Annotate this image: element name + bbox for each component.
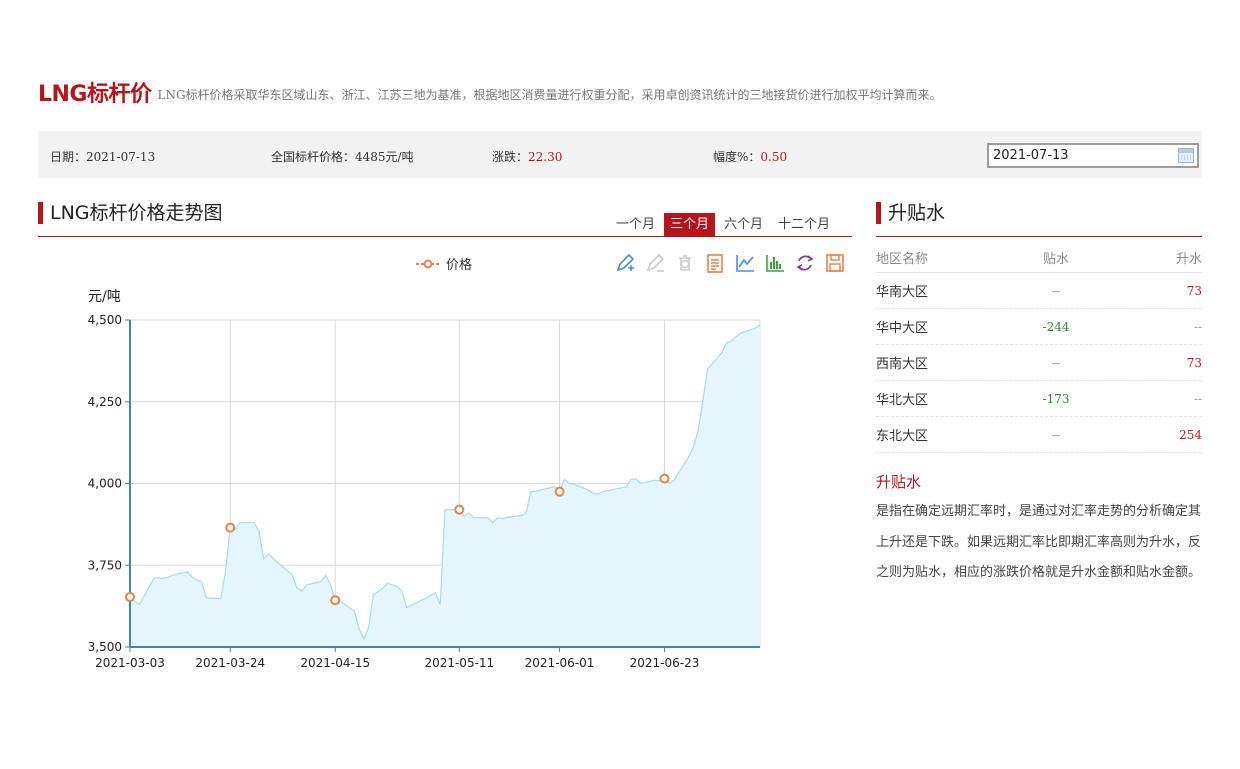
legend-marker-icon bbox=[416, 259, 440, 268]
clear-mark-icon[interactable] bbox=[674, 252, 696, 274]
page-title: LNG标杆价 bbox=[38, 82, 152, 107]
info-bar: 日期：2021-07-13 全国标杆价格：4485元/吨 涨跌：22.30 幅度… bbox=[38, 131, 1202, 178]
region-name: 华南大区 bbox=[876, 285, 929, 300]
y-tick-label: 4,000 bbox=[88, 477, 122, 491]
tab-six-months[interactable]: 六个月 bbox=[718, 213, 769, 236]
price-marker bbox=[554, 486, 565, 497]
price-marker bbox=[454, 504, 465, 515]
y-tick-label: 3,750 bbox=[88, 558, 122, 572]
price-trend-chart: 元/吨 3,500 3,750 4,000 4,250 4,500 2021-03-03 2… bbox=[88, 289, 761, 670]
header-premium: 升水 bbox=[1175, 252, 1202, 267]
bar-chart-icon[interactable] bbox=[764, 252, 786, 274]
region-name: 华北大区 bbox=[876, 393, 929, 408]
spread-table-header: 地区名称 贴水 升水 bbox=[876, 243, 1202, 273]
x-tick-label: 2021-06-23 bbox=[630, 656, 700, 670]
page-header: LNG标杆价 LNG标杆价格采取华东区域山东、浙江、江苏三地为基准，根据地区消费… bbox=[38, 76, 942, 108]
x-tick-label: 2021-06-01 bbox=[525, 656, 595, 670]
change-value: 22.30 bbox=[528, 150, 563, 164]
chart-toolbox bbox=[614, 252, 854, 274]
table-row: 华南大区 -- 73 bbox=[876, 273, 1202, 309]
save-image-icon[interactable] bbox=[824, 252, 846, 274]
change-label: 涨跌： bbox=[492, 150, 529, 164]
region-name: 西南大区 bbox=[876, 357, 929, 372]
discount-value: -- bbox=[1051, 427, 1061, 442]
premium-value: 254 bbox=[1179, 427, 1202, 442]
y-tick-label: 3,500 bbox=[88, 640, 122, 654]
x-tick-label: 2021-04-15 bbox=[300, 656, 370, 670]
discount-value: -244 bbox=[1042, 319, 1070, 334]
pct-label: 幅度%： bbox=[713, 150, 761, 164]
page-description: LNG标杆价格采取华东区域山东、浙江、江苏三地为基准，根据地区消费量进行权重分配… bbox=[157, 87, 942, 102]
header-region: 地区名称 bbox=[876, 252, 929, 267]
price-marker bbox=[225, 522, 236, 533]
spread-section-title: 升贴水 bbox=[876, 202, 945, 224]
date-input-value: 2021-07-13 bbox=[993, 148, 1069, 163]
tab-one-month[interactable]: 一个月 bbox=[610, 213, 661, 236]
header-discount: 贴水 bbox=[1042, 252, 1069, 267]
tab-twelve-months[interactable]: 十二个月 bbox=[772, 213, 836, 236]
date-picker-input[interactable]: 2021-07-13 bbox=[987, 143, 1199, 168]
legend-label: 价格 bbox=[446, 258, 473, 273]
price-value: 4485元/吨 bbox=[355, 150, 414, 164]
pct-info: 幅度%：0.50 bbox=[713, 148, 787, 165]
premium-value: 73 bbox=[1186, 283, 1202, 298]
chart-legend[interactable]: 价格 bbox=[416, 254, 472, 273]
region-name: 东北大区 bbox=[876, 429, 929, 444]
definition-title: 升贴水 bbox=[876, 473, 922, 491]
premium-value: 73 bbox=[1186, 355, 1202, 370]
y-axis-label: 元/吨 bbox=[88, 289, 121, 305]
date-label: 日期： bbox=[50, 150, 87, 164]
region-name: 华中大区 bbox=[876, 321, 929, 336]
date-info: 日期：2021-07-13 bbox=[50, 148, 155, 165]
pct-value: 0.50 bbox=[760, 150, 788, 164]
x-tick-label: 2021-03-03 bbox=[95, 656, 165, 670]
price-marker bbox=[659, 473, 670, 484]
erase-mark-icon[interactable] bbox=[644, 252, 666, 274]
table-row: 华北大区 -173 -- bbox=[876, 381, 1202, 417]
calendar-icon[interactable] bbox=[1178, 148, 1194, 163]
x-tick-label: 2021-03-24 bbox=[195, 656, 265, 670]
change-info: 涨跌：22.30 bbox=[492, 148, 562, 165]
definition-text: 是指在确定远期汇率时，是通过对汇率走势的分析确定其上升还是下跌。如果远期汇率比即… bbox=[876, 504, 1202, 580]
y-tick-label: 4,500 bbox=[88, 313, 122, 327]
range-tabs: 一个月 三个月 六个月 十二个月 bbox=[607, 213, 836, 236]
premium-value: -- bbox=[1193, 391, 1202, 406]
restore-icon[interactable] bbox=[794, 252, 816, 274]
price-info: 全国标杆价格：4485元/吨 bbox=[271, 148, 414, 165]
date-value: 2021-07-13 bbox=[86, 150, 156, 164]
y-tick-label: 4,250 bbox=[88, 395, 122, 409]
discount-value: -173 bbox=[1042, 391, 1070, 406]
trend-section-title: LNG标杆价格走势图 bbox=[38, 202, 223, 224]
line-chart-icon[interactable] bbox=[734, 252, 756, 274]
tab-three-months[interactable]: 三个月 bbox=[664, 213, 716, 236]
spread-table: 地区名称 贴水 升水 华南大区 -- 73 华中大区 -244 -- 西南大区 … bbox=[876, 243, 1202, 453]
trend-divider bbox=[38, 236, 852, 237]
data-view-icon[interactable] bbox=[704, 252, 726, 274]
spread-divider bbox=[876, 236, 1202, 237]
table-row: 华中大区 -244 -- bbox=[876, 309, 1202, 345]
price-label: 全国标杆价格： bbox=[271, 150, 356, 164]
discount-value: -- bbox=[1051, 283, 1061, 298]
price-marker bbox=[125, 591, 135, 602]
mark-pen-icon[interactable] bbox=[614, 252, 636, 274]
table-row: 西南大区 -- 73 bbox=[876, 345, 1202, 381]
price-marker bbox=[330, 595, 341, 606]
table-row: 东北大区 -- 254 bbox=[876, 417, 1202, 453]
discount-value: -- bbox=[1051, 355, 1061, 370]
x-tick-label: 2021-05-11 bbox=[424, 656, 494, 670]
price-area bbox=[130, 324, 760, 647]
premium-value: -- bbox=[1193, 319, 1202, 334]
